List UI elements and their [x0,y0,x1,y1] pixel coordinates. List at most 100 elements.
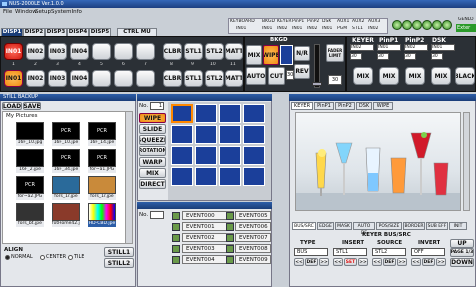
pinp1-rate-field[interactable]: 30 [377,53,389,60]
thumbnail[interactable] [88,203,116,221]
fader-rate-field[interactable]: 30 [328,75,342,85]
wipe-pattern-tile[interactable] [219,125,241,144]
xpt-row2-blank5[interactable] [92,70,111,87]
load-button[interactable]: LOAD [2,102,22,110]
dsk-source-select[interactable]: IN01 [431,44,455,51]
rotation-type-button[interactable]: ROTATION [139,146,166,156]
xpt-row1-in02[interactable]: IN02 [26,43,45,60]
pinp2-source-select[interactable]: IN02 [404,44,428,51]
wipe-pattern-tile[interactable] [195,146,217,165]
wipe-pattern-tile[interactable] [243,146,265,165]
wipe-pattern-tile[interactable] [171,146,193,165]
subtab-mask[interactable]: MASK [335,222,352,230]
xpt-row2-stl1[interactable]: STL1 [184,70,203,87]
tab-disp4[interactable]: DISP4 [67,28,89,36]
xpt-row2-clbr[interactable]: CLBR [163,70,182,87]
menu-file[interactable]: File [3,8,12,16]
event-checkbox[interactable] [172,245,180,253]
bkgd-rate-field[interactable]: 30 [286,70,294,80]
tab-disp1[interactable]: DISP1 [1,28,23,36]
align-normal-radio[interactable] [5,255,10,260]
xpt-row1-in01[interactable]: IN01 [4,43,23,60]
event-item[interactable]: EVENT009 [235,255,271,264]
event-checkbox[interactable] [172,212,180,220]
type-def-button[interactable]: DEF [305,258,318,266]
subtab-auto-de[interactable]: AUTO DE [353,222,375,236]
direct-type-button[interactable]: DIRECT [139,179,166,189]
subtab-edge[interactable]: EDGE [317,222,334,230]
source-prev-button[interactable]: << [372,258,382,266]
thumbnail[interactable]: PCR [88,122,116,140]
xpt-row1-blank6[interactable] [114,43,133,60]
tab-pinp1[interactable]: PinP1 [314,102,334,110]
thumbnail[interactable]: PCR [52,122,80,140]
xpt-row1-clbr[interactable]: CLBR [163,43,182,60]
event-item[interactable]: EVENT005 [235,211,271,220]
wipe-pattern-tile[interactable] [243,167,265,186]
wipe-pattern-tile[interactable] [219,146,241,165]
source-next-button[interactable]: >> [397,258,407,266]
wipe-pattern-tile[interactable] [171,104,193,123]
thumbnail[interactable] [88,176,116,194]
bkgd-cut-button[interactable]: CUT [268,67,285,85]
preview-scrollbar[interactable] [463,112,470,211]
xpt-row2-stl2[interactable]: STL2 [205,70,224,87]
thumbnail[interactable] [52,203,80,221]
source-def-button[interactable]: DEF [383,258,396,266]
bkgd-wipe-button[interactable]: WIPE [263,45,279,65]
event-checkbox[interactable] [226,212,234,220]
still2-button[interactable]: STILL2 [104,258,134,268]
menu-setup[interactable]: Setup [35,8,51,16]
event-item[interactable]: EVENT006 [235,222,271,231]
align-center-radio[interactable] [40,255,45,260]
invert-field[interactable]: OFF [411,248,445,256]
wipe-pattern-tile[interactable] [171,125,193,144]
xpt-row1-matt[interactable]: MATT [225,43,243,60]
subtab-sub-eff[interactable]: SUB EFF [426,222,448,230]
pinp2-mix-button[interactable]: MIX [405,67,425,85]
xpt-row2-blank7[interactable] [136,70,155,87]
keyer-mix-button[interactable]: MIX [353,67,373,85]
xpt-row2-in02[interactable]: IN02 [26,70,45,87]
xpt-row2-matt[interactable]: MATT [225,70,243,87]
event-item[interactable]: EVENT007 [235,233,271,242]
event-item[interactable]: EVENT008 [235,244,271,253]
subtab-border[interactable]: BORDER [403,222,425,230]
tab-disp5[interactable]: DISP5 [89,28,111,36]
wipe-no-field[interactable]: 1 [150,102,164,110]
black-button[interactable]: BLACK [455,67,475,85]
keyer-rate-field[interactable]: 30 [350,53,362,60]
wipe-pattern-tile[interactable] [195,167,217,186]
still1-button[interactable]: STILL1 [104,247,134,257]
wipe-pattern-tile[interactable] [219,167,241,186]
type-prev-button[interactable]: << [294,258,304,266]
thumbnail[interactable] [16,149,44,167]
event-checkbox[interactable] [226,234,234,242]
event-checkbox[interactable] [226,245,234,253]
invert-prev-button[interactable]: << [411,258,421,266]
event-no-field[interactable] [150,211,164,219]
event-checkbox[interactable] [172,223,180,231]
xpt-row1-stl1[interactable]: STL1 [184,43,203,60]
thumbnail[interactable]: PCR [52,149,80,167]
event-checkbox[interactable] [172,234,180,242]
xpt-row1-stl2[interactable]: STL2 [205,43,224,60]
thumbnail[interactable] [16,122,44,140]
thumbnail[interactable]: PCR [16,176,44,194]
insert-set-button[interactable]: SET [344,258,357,266]
xpt-row2-in04[interactable]: IN04 [70,70,89,87]
wipe-pattern-tile[interactable] [195,104,217,123]
xpt-row1-in04[interactable]: IN04 [70,43,89,60]
fader-handle[interactable] [312,82,322,86]
dsk-rate-field[interactable]: 30 [431,53,443,60]
wipe-pattern-tile[interactable] [243,104,265,123]
pinp1-mix-button[interactable]: MIX [379,67,399,85]
bkgd-nr-button[interactable]: N/R [294,46,310,61]
wipe-pattern-tile[interactable] [195,125,217,144]
event-checkbox[interactable] [226,256,234,264]
insert-field[interactable]: STL1 [333,248,367,256]
tab-pinp2[interactable]: PinP2 [335,102,355,110]
down-button[interactable]: DOWN [450,258,474,267]
tab-wipe[interactable]: WIPE [373,102,393,110]
xpt-row1-in03[interactable]: IN03 [48,43,67,60]
